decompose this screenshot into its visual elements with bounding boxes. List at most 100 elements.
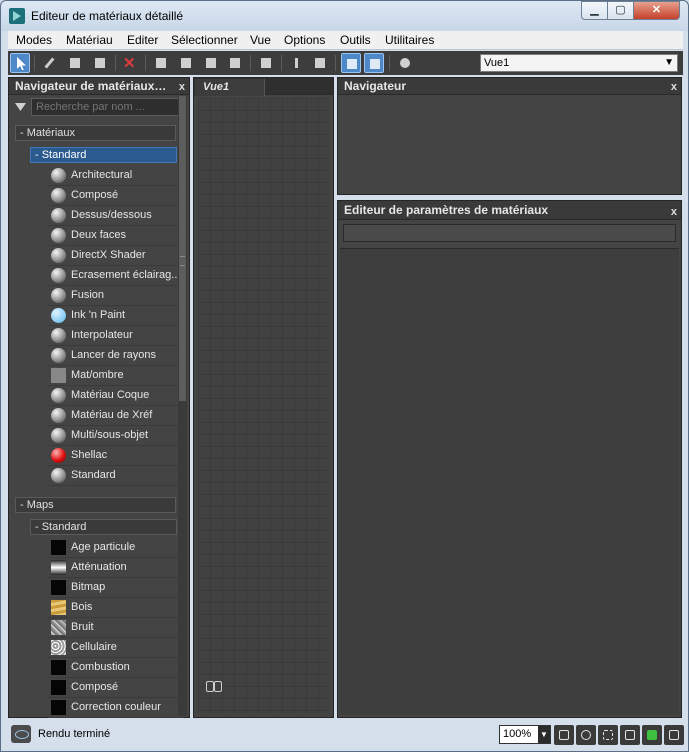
material-label: Composé <box>71 189 119 201</box>
view-canvas[interactable] <box>198 98 329 713</box>
splitter-grip-icon[interactable] <box>180 256 185 266</box>
menu-utilitaires[interactable]: Utilitaires <box>385 33 434 47</box>
select-tool-button[interactable] <box>10 53 30 73</box>
menu-vue[interactable]: Vue <box>250 33 271 47</box>
hand-icon <box>669 730 679 740</box>
zoom-region-button[interactable] <box>598 725 618 745</box>
toolbar-separator <box>335 55 336 71</box>
map-list-item[interactable]: Age particule <box>48 538 184 558</box>
material-list-item[interactable]: Dessus/dessous <box>48 206 184 226</box>
material-list-item[interactable]: Multi/sous-objet <box>48 426 184 446</box>
browser-scrollbar[interactable] <box>178 96 187 716</box>
materials-category[interactable]: - Matériaux <box>15 125 176 141</box>
map-list-item[interactable]: Bitmap <box>48 578 184 598</box>
assign-material-icon <box>95 58 105 68</box>
assign-material-button[interactable] <box>90 53 110 73</box>
browser-close-icon[interactable]: x <box>179 79 185 94</box>
map-label: Bitmap <box>71 581 106 593</box>
materials-standard-group[interactable]: - Standard <box>30 147 177 163</box>
material-list-item[interactable]: Fusion <box>48 286 184 306</box>
material-list-item[interactable]: Ecrasement éclairag... <box>48 266 184 286</box>
tab-vue1[interactable]: Vue1 <box>195 79 265 96</box>
maps-standard-group[interactable]: - Standard <box>30 519 177 535</box>
material-map-navigator-button[interactable] <box>395 53 415 73</box>
checker-icon <box>230 58 240 68</box>
map-list-item[interactable]: Bruit <box>48 618 184 638</box>
hand-icon <box>559 730 569 740</box>
pan-view-button[interactable] <box>664 725 684 745</box>
material-list-item[interactable]: Architectural <box>48 166 184 186</box>
move-children-button[interactable] <box>151 53 171 73</box>
material-id-button[interactable] <box>176 53 196 73</box>
view-select[interactable]: Vue1 ▼ <box>480 54 678 72</box>
pick-material-button[interactable] <box>39 53 59 73</box>
browser-search-row <box>13 98 183 116</box>
select-by-material-icon <box>370 59 380 69</box>
search-options-icon[interactable] <box>15 103 26 111</box>
menu-selectionner[interactable]: Sélectionner <box>171 33 238 47</box>
maps-category[interactable]: - Maps <box>15 497 176 513</box>
map-label: Correction couleur <box>71 701 161 713</box>
material-swatch-icon <box>51 388 66 403</box>
select-by-material-toggle[interactable] <box>364 53 384 73</box>
material-list-item[interactable]: Mat/ombre <box>48 366 184 386</box>
menu-materiau[interactable]: Matériau <box>66 33 113 47</box>
material-swatch-icon <box>51 448 66 463</box>
show-background-button[interactable] <box>256 53 276 73</box>
navigator-close-icon[interactable]: x <box>671 79 677 94</box>
browser-title-text: Navigateur de matériaux… <box>15 79 167 93</box>
title-bar[interactable]: Editeur de matériaux détaillé ▁ ▢ ✕ <box>1 1 688 31</box>
material-list-item[interactable]: Ink 'n Paint <box>48 306 184 326</box>
map-list-item[interactable]: Combustion <box>48 658 184 678</box>
search-input[interactable] <box>31 98 183 116</box>
zoom-button[interactable] <box>576 725 596 745</box>
map-list-item[interactable]: Correction couleur <box>48 698 184 718</box>
zoom-selected-button[interactable] <box>642 725 662 745</box>
material-label: DirectX Shader <box>71 249 146 261</box>
material-list-item[interactable]: Deux faces <box>48 226 184 246</box>
material-name-field[interactable] <box>343 224 676 242</box>
material-list-item[interactable]: Matériau de Xréf <box>48 406 184 426</box>
material-list-item[interactable]: Standard <box>48 466 184 486</box>
maximize-button[interactable]: ▢ <box>607 1 634 20</box>
map-list-item[interactable]: Composé <box>48 678 184 698</box>
menu-outils[interactable]: Outils <box>340 33 371 47</box>
pan-button[interactable] <box>554 725 574 745</box>
material-list-item[interactable]: Matériau Coque <box>48 386 184 406</box>
menu-options[interactable]: Options <box>284 33 325 47</box>
scrollbar-thumb[interactable] <box>179 96 186 401</box>
zoom-extents-button[interactable] <box>620 725 640 745</box>
show-map-button[interactable] <box>201 53 221 73</box>
material-list-item[interactable]: Interpolateur <box>48 326 184 346</box>
parameter-editor-close-icon[interactable]: x <box>671 203 677 219</box>
menu-modes[interactable]: Modes <box>16 33 52 47</box>
material-label: Mat/ombre <box>71 369 124 381</box>
material-list-item[interactable]: Composé <box>48 186 184 206</box>
menu-editer[interactable]: Editer <box>127 33 158 47</box>
zoom-select[interactable]: 100% ▼ <box>499 725 551 744</box>
layout-button[interactable] <box>287 53 307 73</box>
map-list-item[interactable]: Bois <box>48 598 184 618</box>
minimize-button[interactable]: ▁ <box>581 1 608 20</box>
delete-button[interactable]: ✕ <box>120 53 140 73</box>
render-status-icon[interactable] <box>11 725 31 743</box>
map-swatch-icon <box>51 580 66 595</box>
toolbar: ✕ Vue1 ▼ <box>8 51 683 75</box>
toolbar-separator <box>34 55 35 71</box>
material-list-item[interactable]: DirectX Shader <box>48 246 184 266</box>
map-list-item[interactable]: Atténuation <box>48 558 184 578</box>
material-swatch-icon <box>51 268 66 283</box>
params-editor-toggle[interactable] <box>341 53 361 73</box>
close-button[interactable]: ✕ <box>633 1 680 20</box>
put-material-button[interactable] <box>65 53 85 73</box>
map-list-item[interactable]: Cellulaire <box>48 638 184 658</box>
material-label: Ink 'n Paint <box>71 309 126 321</box>
binoculars-icon[interactable] <box>206 678 222 692</box>
material-swatch-icon <box>51 228 66 243</box>
material-list-item[interactable]: Shellac <box>48 446 184 466</box>
menu-bar: Modes Matériau Editer Sélectionner Vue O… <box>8 31 683 50</box>
navigator-title: Navigateur x <box>338 78 681 95</box>
material-list-item[interactable]: Lancer de rayons <box>48 346 184 366</box>
layout-children-button[interactable] <box>310 53 330 73</box>
background-button[interactable] <box>225 53 245 73</box>
